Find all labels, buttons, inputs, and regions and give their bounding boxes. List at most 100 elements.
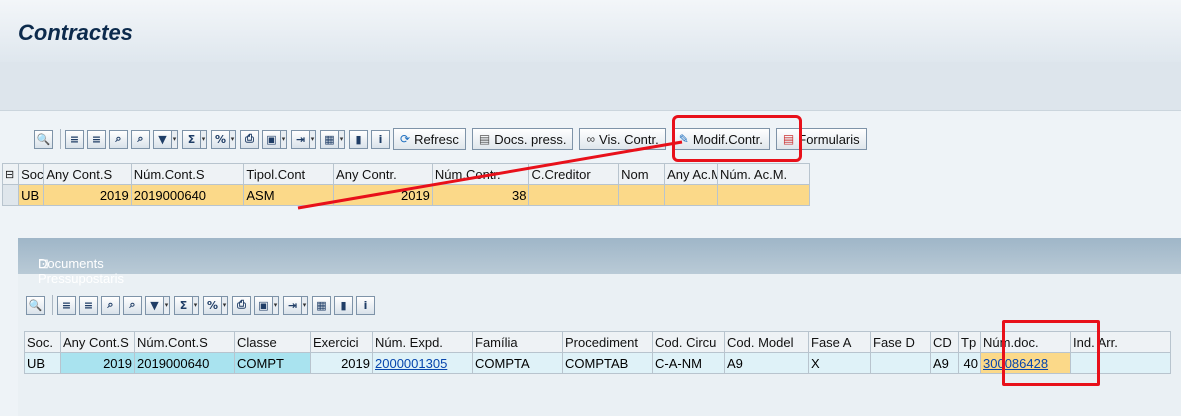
- sort-descending-icon[interactable]: ≡: [87, 129, 106, 149]
- column-header[interactable]: Núm.Cont.S: [134, 331, 235, 353]
- export-icon[interactable]: ⇥: [291, 129, 310, 149]
- table-cell[interactable]: 2019: [43, 184, 132, 206]
- column-header[interactable]: Núm.Contr.: [431, 163, 530, 185]
- column-header[interactable]: CD: [930, 331, 959, 353]
- filter-icon[interactable]: ▼: [153, 129, 172, 149]
- expedient-link[interactable]: 2000001305: [372, 352, 473, 374]
- column-header[interactable]: Núm.Cont.S: [130, 163, 245, 185]
- column-header[interactable]: Família: [472, 331, 563, 353]
- column-header[interactable]: Tp: [958, 331, 981, 353]
- column-header[interactable]: Nom: [618, 163, 666, 185]
- table-cell[interactable]: UB: [24, 352, 61, 374]
- table-cell[interactable]: 2019000640: [130, 184, 245, 206]
- column-header[interactable]: Exercici: [310, 331, 373, 353]
- export-dropdown[interactable]: ▾: [302, 295, 308, 315]
- table-cell[interactable]: ASM: [243, 184, 335, 206]
- budget-documents-table: Soc. Any Cont.S Núm.Cont.S Classe Exerci…: [24, 331, 1171, 374]
- document-icon: ▤: [478, 132, 491, 146]
- table-cell[interactable]: 40: [958, 352, 981, 374]
- column-header[interactable]: Tipol.Cont: [243, 163, 335, 185]
- sum-icon[interactable]: Σ: [174, 295, 193, 315]
- column-header[interactable]: Núm. Ac.M.: [716, 163, 811, 185]
- column-header[interactable]: Soc.: [18, 163, 45, 185]
- sum-dropdown[interactable]: ▾: [201, 129, 207, 149]
- table-settings-icon[interactable]: ⊟: [1, 163, 20, 185]
- table-cell[interactable]: A9: [930, 352, 959, 374]
- info-icon[interactable]: i: [371, 129, 390, 149]
- refresc-button[interactable]: ⟳ Refresc: [393, 128, 466, 150]
- sum-dropdown[interactable]: ▾: [193, 295, 199, 315]
- export-dropdown[interactable]: ▾: [310, 129, 316, 149]
- vis-contr-button[interactable]: ∞ Vis. Contr.: [579, 128, 666, 150]
- table-cell[interactable]: COMPTA: [472, 352, 563, 374]
- table-cell[interactable]: A9: [724, 352, 809, 374]
- info-icon[interactable]: i: [356, 295, 375, 315]
- table-cell[interactable]: 2019: [333, 184, 433, 206]
- print-icon[interactable]: ⎙: [240, 129, 259, 149]
- table-cell[interactable]: [716, 184, 811, 206]
- graphic-icon[interactable]: ▮: [334, 295, 353, 315]
- views-icon[interactable]: ▣: [254, 295, 273, 315]
- column-header[interactable]: Any Contr.: [333, 163, 433, 185]
- column-header[interactable]: C.Creditor: [528, 163, 620, 185]
- subtotal-dropdown[interactable]: ▾: [222, 295, 228, 315]
- filter-dropdown[interactable]: ▾: [172, 129, 178, 149]
- graphic-icon[interactable]: ▮: [349, 129, 368, 149]
- column-header[interactable]: Procediment: [562, 331, 653, 353]
- print-icon[interactable]: ⎙: [232, 295, 251, 315]
- table-header: ⊟ Soc. Any Cont.S Núm.Cont.S Tipol.Cont …: [1, 163, 811, 185]
- table-cell[interactable]: [664, 184, 718, 206]
- column-header[interactable]: Classe: [234, 331, 311, 353]
- title-bar: Contractes: [0, 0, 1181, 63]
- table-cell[interactable]: UB: [18, 184, 45, 206]
- column-header[interactable]: Fase A: [808, 331, 871, 353]
- table-cell[interactable]: [528, 184, 620, 206]
- column-header[interactable]: Núm. Expd.: [372, 331, 473, 353]
- views-dropdown[interactable]: ▾: [281, 129, 287, 149]
- layout-icon[interactable]: ▦: [312, 295, 331, 315]
- subtotal-icon[interactable]: %: [211, 129, 230, 149]
- row-selector[interactable]: [1, 184, 20, 206]
- docs-press-button[interactable]: ▤ Docs. press.: [471, 128, 574, 150]
- filter-icon[interactable]: ▼: [145, 295, 164, 315]
- column-header[interactable]: Cod. Circu: [652, 331, 725, 353]
- sort-ascending-icon[interactable]: ≡: [65, 129, 84, 149]
- contracts-table: ⊟ Soc. Any Cont.S Núm.Cont.S Tipol.Cont …: [1, 163, 811, 206]
- views-icon[interactable]: ▣: [262, 129, 281, 149]
- sum-icon[interactable]: Σ: [182, 129, 201, 149]
- find-next-icon[interactable]: ⌕: [131, 129, 150, 149]
- subtotal-icon[interactable]: %: [203, 295, 222, 315]
- find-icon[interactable]: ⌕: [109, 129, 128, 149]
- table-cell[interactable]: COMPTAB: [562, 352, 653, 374]
- column-header[interactable]: Cod. Model: [724, 331, 809, 353]
- views-dropdown[interactable]: ▾: [273, 295, 279, 315]
- column-header[interactable]: Any Cont.S: [60, 331, 135, 353]
- sort-ascending-icon[interactable]: ≡: [57, 295, 76, 315]
- layout-dropdown[interactable]: ▾: [339, 129, 345, 149]
- find-icon[interactable]: ⌕: [101, 295, 120, 315]
- export-icon[interactable]: ⇥: [283, 295, 302, 315]
- column-header[interactable]: Soc.: [24, 331, 61, 353]
- table-cell[interactable]: C-A-NM: [652, 352, 725, 374]
- subtotal-dropdown[interactable]: ▾: [230, 129, 236, 149]
- sort-descending-icon[interactable]: ≡: [79, 295, 98, 315]
- table-cell[interactable]: [618, 184, 666, 206]
- table-cell[interactable]: X: [808, 352, 871, 374]
- column-header[interactable]: Fase D: [870, 331, 931, 353]
- details-icon[interactable]: 🔍: [34, 129, 53, 149]
- column-header[interactable]: Any Ac.M.: [664, 163, 718, 185]
- filter-dropdown[interactable]: ▾: [164, 295, 170, 315]
- find-next-icon[interactable]: ⌕: [123, 295, 142, 315]
- table-row[interactable]: UB 2019 2019000640 COMPT 2019 2000001305…: [24, 352, 1171, 374]
- table-cell[interactable]: [870, 352, 931, 374]
- table-cell[interactable]: COMPT: [234, 352, 311, 374]
- column-header[interactable]: Any Cont.S: [43, 163, 132, 185]
- layout-icon[interactable]: ▦: [320, 129, 339, 149]
- table-cell[interactable]: 2019: [310, 352, 373, 374]
- refresh-icon: ⟳: [400, 132, 411, 146]
- table-cell[interactable]: 38: [431, 184, 530, 206]
- table-cell[interactable]: 2019000640: [134, 352, 235, 374]
- table-cell[interactable]: 2019: [60, 352, 135, 374]
- table-row[interactable]: UB 2019 2019000640 ASM 2019 38: [1, 184, 811, 206]
- details-icon[interactable]: 🔍: [26, 295, 45, 315]
